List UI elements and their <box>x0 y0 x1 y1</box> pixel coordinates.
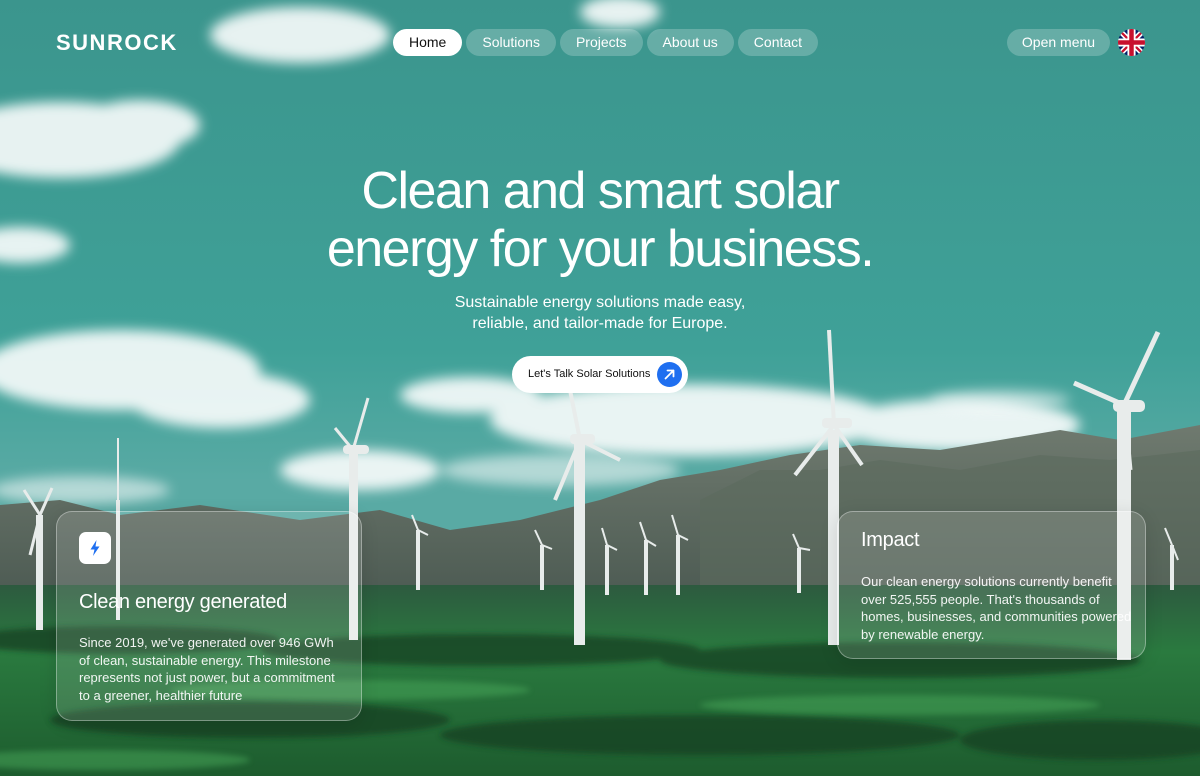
sunrock-logo[interactable]: SUNROCK <box>56 30 178 56</box>
open-menu-button[interactable]: Open menu <box>1007 29 1110 56</box>
hero-subtitle-line-2: reliable, and tailor-made for Europe. <box>472 315 728 332</box>
hero-subtitle: Sustainable energy solutions made easy, … <box>0 292 1200 334</box>
clean-energy-title: Clean energy generated <box>79 591 287 613</box>
hero-subtitle-line-1: Sustainable energy solutions made easy, <box>454 294 746 311</box>
hero-title-line-1: Clean and smart solar <box>361 162 840 220</box>
nav-about-us[interactable]: About us <box>646 29 734 56</box>
lets-talk-button[interactable]: Let's Talk Solar Solutions <box>512 356 688 393</box>
top-navigation: SUNROCK Home Solutions Projects About us… <box>0 0 1200 84</box>
lightning-bolt-icon <box>79 532 111 564</box>
cta-label: Let's Talk Solar Solutions <box>528 368 651 380</box>
clean-energy-card: Clean energy generated Since 2019, we've… <box>56 511 362 721</box>
hero-title-line-2: energy for your business. <box>326 220 875 278</box>
impact-text: Our clean energy solutions currently ben… <box>861 574 1132 642</box>
hero-title: Clean and smart solar energy for your bu… <box>0 162 1200 278</box>
nav-contact[interactable]: Contact <box>737 29 819 56</box>
main-nav: Home Solutions Projects About us Contact <box>393 29 819 56</box>
nav-home[interactable]: Home <box>393 29 463 56</box>
nav-projects[interactable]: Projects <box>559 29 643 56</box>
uk-flag-icon[interactable] <box>1118 29 1145 56</box>
impact-title: Impact <box>861 529 920 551</box>
clean-energy-text: Since 2019, we've generated over 946 GWh… <box>79 635 335 703</box>
arrow-up-right-icon <box>657 362 682 387</box>
impact-card: Impact Our clean energy solutions curren… <box>837 511 1146 659</box>
nav-solutions[interactable]: Solutions <box>466 29 556 56</box>
